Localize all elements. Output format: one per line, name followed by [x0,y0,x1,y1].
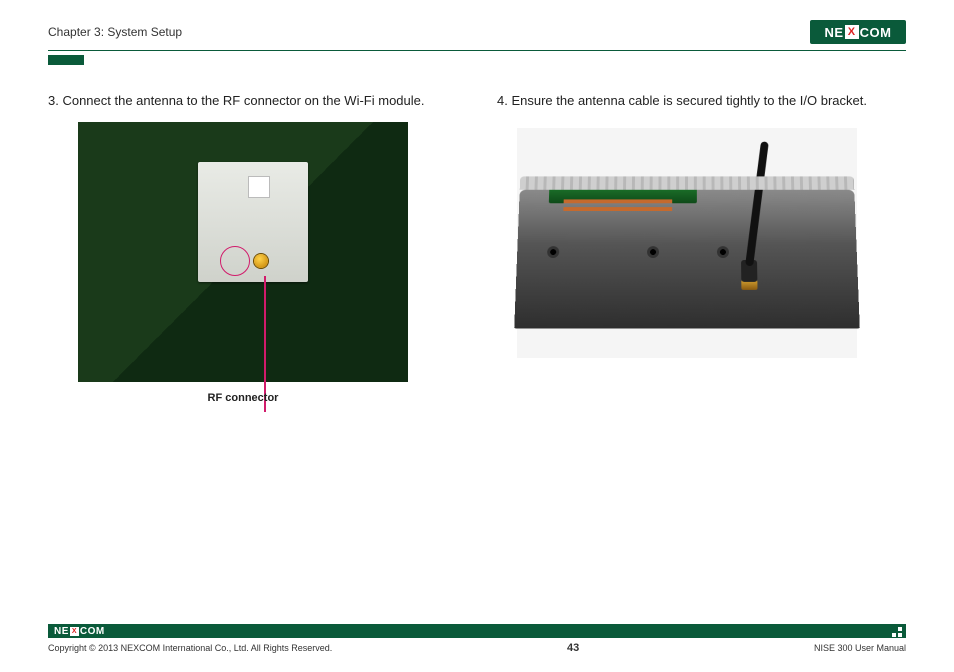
footer-bar: NE X COM [48,624,906,638]
screw-hole-icon [647,246,659,258]
screw-hole-icon [547,246,559,258]
page-number: 43 [567,642,579,654]
wifi-card-graphic [198,162,308,282]
copyright-text: Copyright © 2013 NEXCOM International Co… [48,643,332,653]
copper-trace-graphic [564,199,673,203]
step-3-text: 3. Connect the antenna to the RF connect… [48,93,457,108]
header-rule [48,50,906,51]
screw-hole-icon [717,246,729,258]
document-title: NISE 300 User Manual [814,643,906,653]
figure-3-wrap: RF connector [48,122,457,382]
chapter-title: Chapter 3: System Setup [48,25,182,39]
footer-logo-post: COM [80,626,105,637]
callout-circle [220,246,250,276]
callout-label-rf-connector: RF connector [78,392,408,404]
nexcom-logo-header: NE X COM [810,20,906,44]
footer-logo-x-icon: X [70,627,79,636]
logo-text-pre: NE [825,25,844,40]
antenna-graphic [745,141,769,266]
rf-connector-dot [254,254,268,268]
logo-text-post: COM [860,25,892,40]
step-4-text: 4. Ensure the antenna cable is secured t… [497,93,906,108]
footer-logo-pre: NE [54,626,69,637]
footer-ornament-icon [892,627,902,637]
header-tab-accent [48,55,84,65]
chassis-graphic [514,190,860,329]
nexcom-logo-footer: NE X COM [54,626,105,637]
figure-io-bracket-photo [517,128,857,358]
logo-x-icon: X [845,25,859,39]
